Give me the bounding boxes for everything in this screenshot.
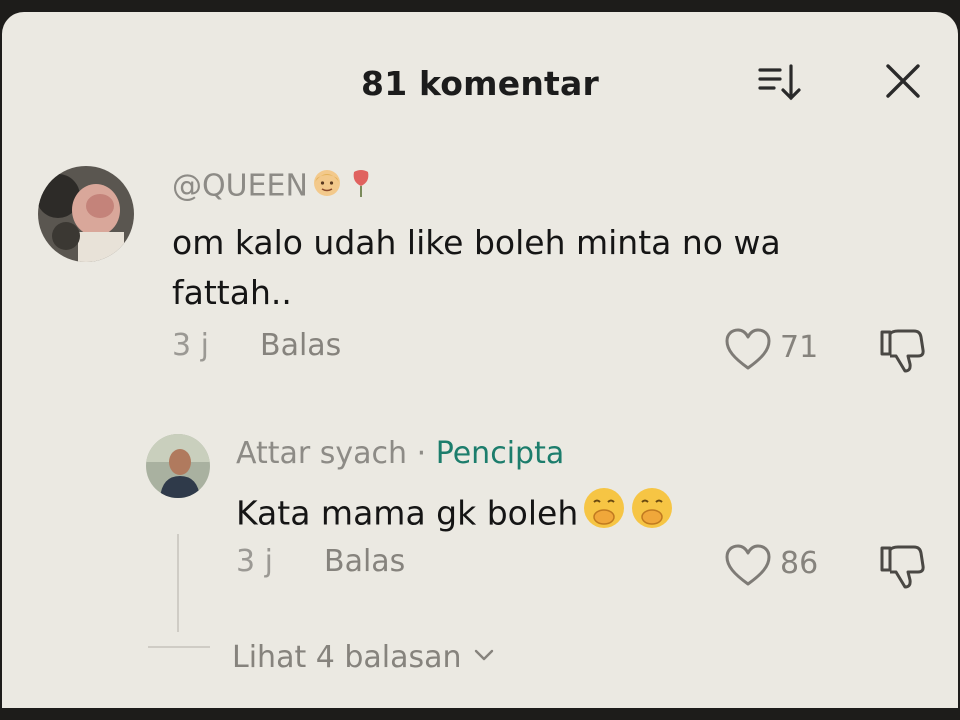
like-count: 86 xyxy=(780,546,819,581)
sort-icon[interactable] xyxy=(754,56,806,108)
face-with-hand-over-mouth-emoji xyxy=(630,486,674,544)
view-more-replies-button[interactable]: Lihat 4 balasan xyxy=(232,640,496,675)
divider xyxy=(148,646,210,648)
reply-text: Kata mama gk boleh xyxy=(236,486,876,544)
reply-button[interactable]: Balas xyxy=(260,328,341,363)
comments-panel: 81 komentar @QUEEN om kalo udah like bol… xyxy=(2,12,958,708)
separator: · xyxy=(416,436,427,471)
comments-count-title: 81 komentar xyxy=(361,64,599,103)
person-blond-emoji xyxy=(312,168,342,206)
avatar[interactable] xyxy=(38,166,134,262)
heart-icon[interactable] xyxy=(724,328,772,372)
reply-username[interactable]: Attar syach · Pencipta xyxy=(236,436,564,471)
reply-time: 3 j xyxy=(236,544,273,579)
rose-emoji xyxy=(346,168,376,206)
reply-button[interactable]: Balas xyxy=(324,544,405,579)
avatar[interactable] xyxy=(146,434,210,498)
username-text: @QUEEN xyxy=(172,168,308,204)
comment-time: 3 j xyxy=(172,328,209,363)
close-icon[interactable] xyxy=(878,56,930,108)
reply-text-content: Kata mama gk boleh xyxy=(236,493,579,533)
dislike-icon[interactable] xyxy=(878,542,926,590)
like-count: 71 xyxy=(780,330,819,365)
comment-text: om kalo udah like boleh minta no wa fatt… xyxy=(172,223,781,312)
dislike-icon[interactable] xyxy=(878,326,926,374)
comment-username[interactable]: @QUEEN xyxy=(172,168,376,206)
face-with-hand-over-mouth-emoji xyxy=(582,486,626,544)
heart-icon[interactable] xyxy=(724,544,772,588)
creator-badge: Pencipta xyxy=(435,436,565,471)
thread-line xyxy=(177,534,179,632)
chevron-down-icon xyxy=(472,640,496,675)
view-more-replies-label: Lihat 4 balasan xyxy=(232,640,462,675)
username-text: Attar syach xyxy=(236,436,408,471)
